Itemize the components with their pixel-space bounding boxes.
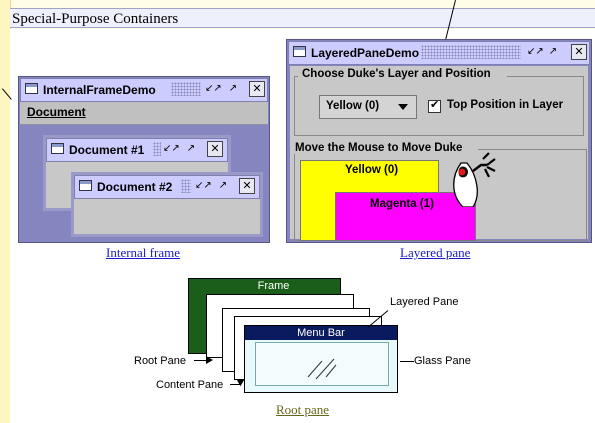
- root-pane-diagram: Frame Menu Bar Layered Pane Root Pane Co…: [10, 29, 595, 423]
- root-pane-label: Root Pane: [134, 355, 186, 367]
- glass-pane-inner: [255, 342, 389, 386]
- glass-reflection-icon: [307, 358, 337, 380]
- page-title: Special-Purpose Containers: [10, 8, 595, 28]
- glass-pane-layer: Menu Bar: [244, 325, 398, 393]
- caption-root-pane[interactable]: Root pane: [276, 402, 329, 418]
- content-pane-label: Content Pane: [156, 379, 224, 391]
- glass-pane-label: Glass Pane: [414, 355, 471, 367]
- layered-pane-label: Layered Pane: [390, 296, 459, 308]
- frame-label: Frame: [257, 280, 290, 292]
- leader-root-pane: [194, 360, 206, 361]
- arrowhead-root-pane: [206, 356, 213, 364]
- menu-bar-label: Menu Bar: [297, 327, 345, 339]
- content-area: InternalFrameDemo ↙↗ ↗ ✕ Document Docume…: [2, 0, 595, 423]
- leader-glass-pane: [400, 361, 414, 362]
- menu-bar-layer: Menu Bar: [245, 326, 397, 340]
